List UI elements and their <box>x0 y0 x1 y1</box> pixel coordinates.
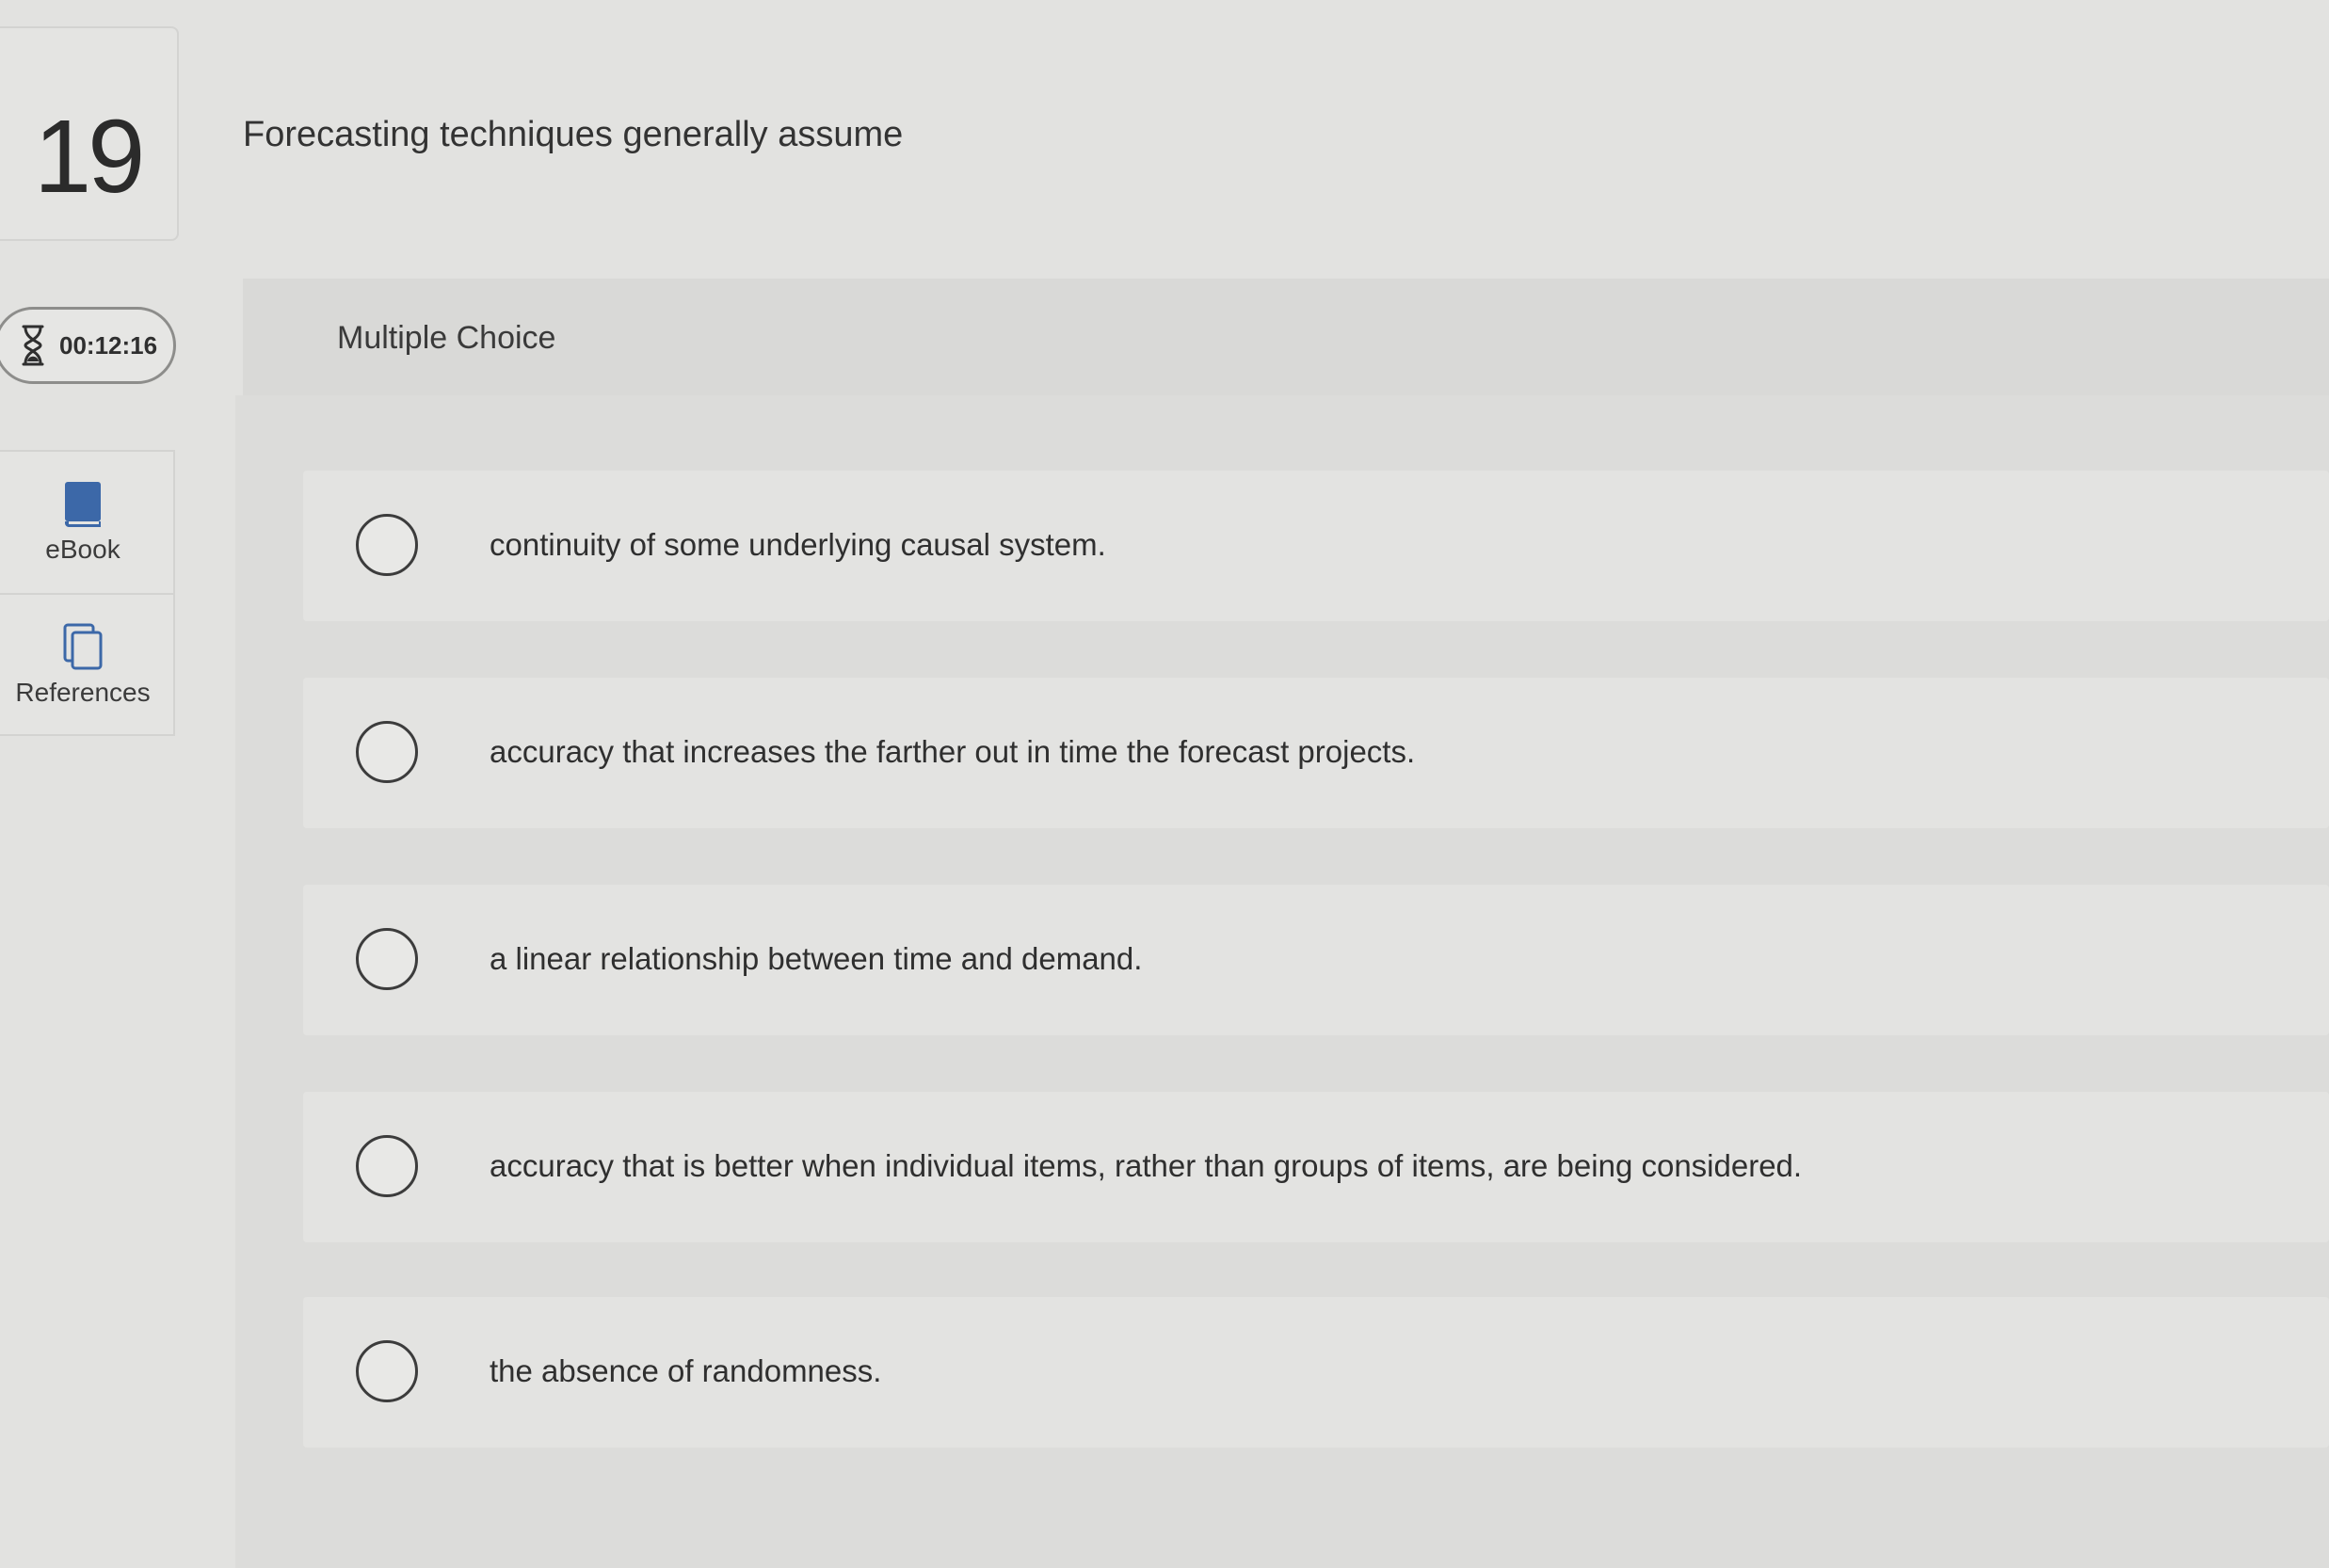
radio-button[interactable] <box>356 514 418 576</box>
answer-option[interactable]: accuracy that is better when individual … <box>303 1092 2329 1242</box>
answer-text: the absence of randomness. <box>490 1353 882 1388</box>
question-number: 19 <box>34 99 145 215</box>
timer-value: 00:12:16 <box>59 330 158 360</box>
references-button[interactable]: References <box>0 595 173 736</box>
answer-option[interactable]: a linear relationship between time and d… <box>303 885 2329 1035</box>
answer-text: accuracy that is better when individual … <box>490 1148 1803 1183</box>
answer-option[interactable]: the absence of randomness. <box>303 1297 2329 1448</box>
question-type-header: Multiple Choice <box>243 279 2329 395</box>
radio-button[interactable] <box>356 1135 418 1197</box>
timer[interactable]: 00:12:16 <box>0 307 176 384</box>
question-number-box: 19 <box>0 26 179 241</box>
question-prompt: Forecasting techniques generally assume <box>243 115 904 154</box>
answer-option[interactable]: continuity of some underlying causal sys… <box>303 471 2329 621</box>
answer-option[interactable]: accuracy that increases the farther out … <box>303 678 2329 828</box>
ebook-label: eBook <box>45 535 120 564</box>
side-tools: eBook References <box>0 450 175 736</box>
radio-button[interactable] <box>356 1340 418 1402</box>
book-icon <box>65 482 101 527</box>
answer-text: a linear relationship between time and d… <box>490 941 1143 976</box>
ebook-button[interactable]: eBook <box>0 452 173 595</box>
hourglass-icon <box>22 325 44 366</box>
radio-button[interactable] <box>356 721 418 783</box>
copy-icon <box>63 623 103 670</box>
answer-text: accuracy that increases the farther out … <box>490 734 1416 769</box>
question-type-label: Multiple Choice <box>337 320 556 356</box>
references-label: References <box>15 678 151 707</box>
answer-text: continuity of some underlying causal sys… <box>490 527 1106 562</box>
radio-button[interactable] <box>356 928 418 990</box>
